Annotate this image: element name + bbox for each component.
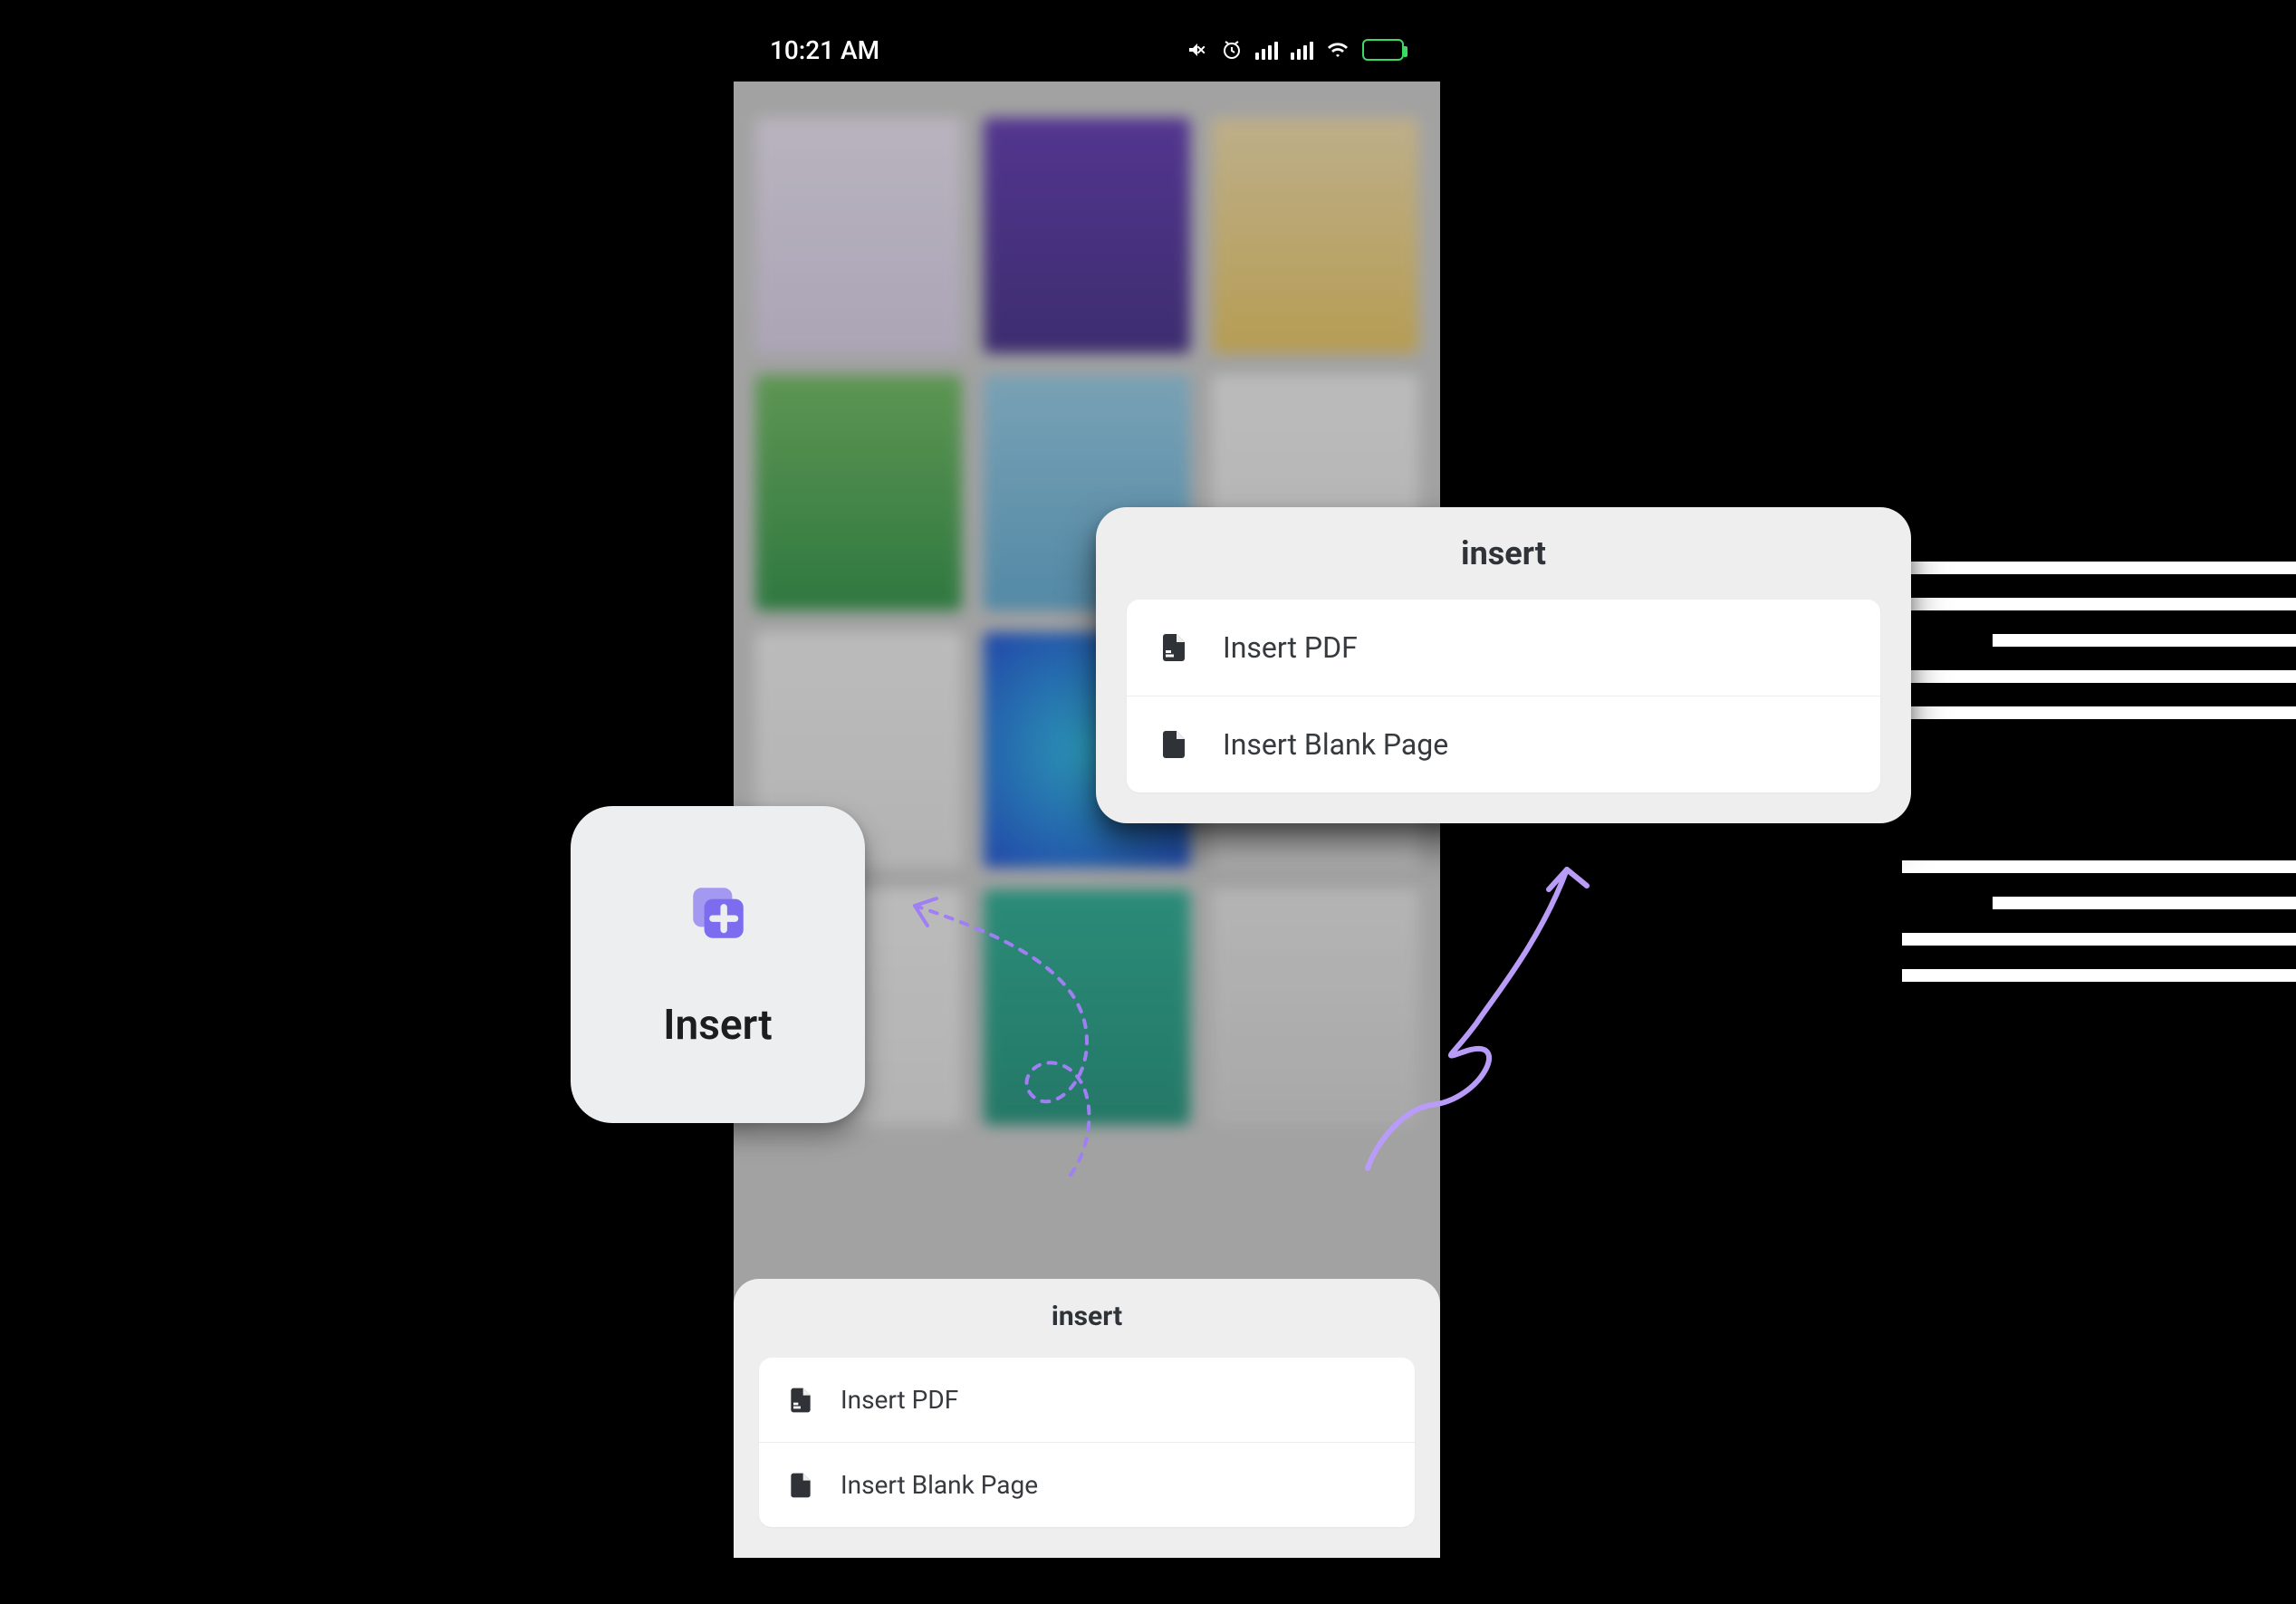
status-bar: 10:21 AM	[734, 18, 1440, 82]
alarm-icon	[1221, 39, 1243, 61]
mute-icon	[1186, 39, 1208, 61]
option-label: Insert PDF	[1223, 630, 1358, 665]
status-time: 10:21 AM	[770, 35, 879, 65]
sheet-option-list: Insert PDF Insert Blank Page	[759, 1358, 1415, 1527]
panel-title: insert	[1127, 534, 1880, 572]
option-label: Insert Blank Page	[841, 1470, 1038, 1500]
panel-option-list: Insert PDF Insert Blank Page	[1127, 600, 1880, 792]
tile-label: Insert	[663, 1001, 772, 1050]
wifi-icon	[1326, 39, 1350, 61]
insert-sheet-enlarged: insert Insert PDF Insert Blank Page	[1096, 507, 1911, 823]
insert-blank-page-option[interactable]: Insert Blank Page	[1127, 696, 1880, 792]
blank-file-icon	[1158, 728, 1190, 761]
decorative-stripes	[1902, 860, 2296, 982]
battery-icon	[1362, 39, 1404, 61]
option-label: Insert Blank Page	[1223, 727, 1448, 762]
insert-pdf-option[interactable]: Insert PDF	[759, 1358, 1415, 1442]
sheet-title: insert	[759, 1301, 1415, 1332]
insert-bottom-sheet: insert Insert PDF Insert Blank Page	[734, 1279, 1440, 1558]
option-label: Insert PDF	[841, 1385, 958, 1415]
decorative-stripes	[1902, 562, 2296, 719]
blank-file-icon	[786, 1471, 815, 1500]
insert-copy-plus-icon	[685, 879, 752, 946]
insert-tile-button[interactable]: Insert	[571, 806, 865, 1123]
signal-icon	[1255, 40, 1278, 60]
signal-icon	[1291, 40, 1313, 60]
pdf-file-icon	[786, 1386, 815, 1415]
insert-blank-page-option[interactable]: Insert Blank Page	[759, 1442, 1415, 1527]
insert-pdf-option[interactable]: Insert PDF	[1127, 600, 1880, 696]
pdf-file-icon	[1158, 631, 1190, 664]
